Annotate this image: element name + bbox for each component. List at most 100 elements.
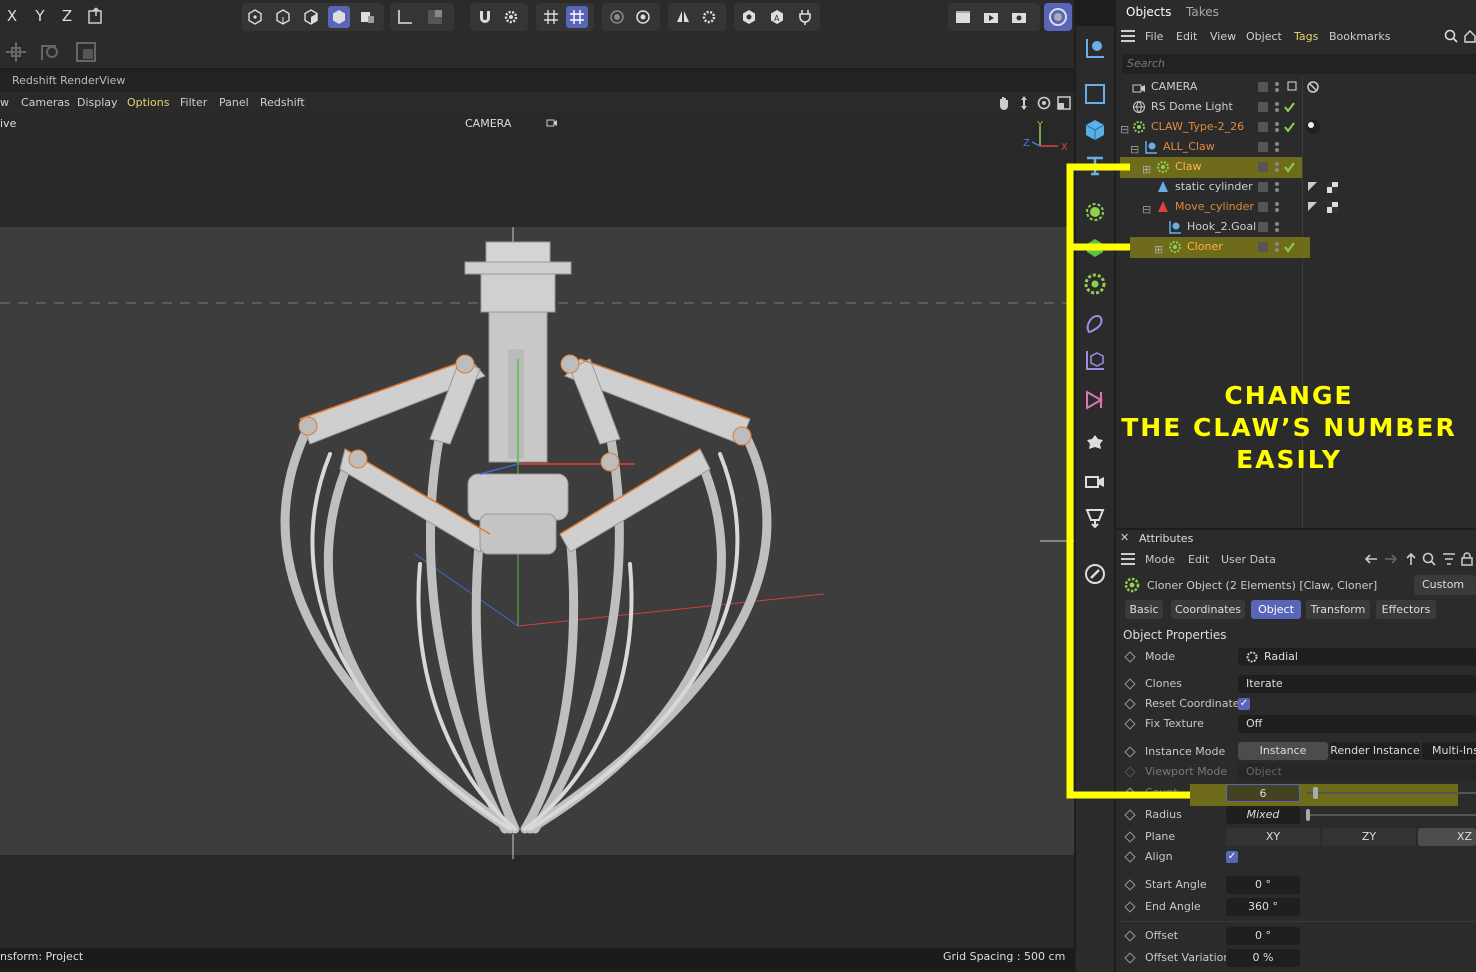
tab-objects[interactable]: Objects (1126, 5, 1171, 19)
om-menu-view[interactable]: View (1210, 30, 1236, 43)
annotation-line-1: CHANGE (1224, 381, 1354, 410)
plane-option-xy[interactable]: XY (1226, 828, 1320, 846)
solo-settings-icon[interactable] (632, 6, 654, 28)
plane-option-xz[interactable]: XZ (1418, 828, 1476, 846)
snap-group (470, 3, 528, 31)
mirror-group (668, 3, 726, 31)
start-angle-input[interactable]: 0 ° (1226, 876, 1300, 894)
tab-effectors[interactable]: Effectors (1376, 600, 1436, 619)
solo-icon[interactable] (606, 6, 628, 28)
grid-group (536, 3, 594, 31)
render-group (948, 3, 1040, 31)
menu-redshift[interactable]: Redshift (260, 96, 305, 109)
grid-icon[interactable] (540, 6, 562, 28)
back-arrow-icon[interactable] (1364, 552, 1378, 569)
svg-text:A: A (774, 14, 780, 23)
home-icon[interactable] (1464, 29, 1476, 46)
count-slider-track[interactable] (1306, 792, 1476, 794)
menu-panel[interactable]: Panel (219, 96, 249, 109)
render-picture-icon[interactable] (980, 6, 1002, 28)
maximize-view-icon[interactable] (1056, 95, 1072, 114)
viewport-statusbar: nsform: Project Grid Spacing : 500 cm (0, 948, 1074, 968)
plug-icon[interactable] (794, 6, 816, 28)
tab-transform[interactable]: Transform (1306, 600, 1370, 619)
om-menu-bookmarks[interactable]: Bookmarks (1329, 30, 1390, 43)
mode-dropdown[interactable]: Radial (1238, 648, 1476, 666)
null-object-icon[interactable] (1081, 34, 1109, 62)
tree-flags-column[interactable] (1256, 77, 1326, 259)
end-angle-input[interactable]: 360 ° (1226, 898, 1300, 916)
symmetry-icon[interactable] (672, 6, 694, 28)
render-settings-icon[interactable] (1008, 6, 1030, 28)
align-checkbox[interactable]: ✓ (1226, 851, 1238, 863)
pan-hand-icon[interactable] (996, 95, 1012, 114)
offset-variation-input[interactable]: 0 % (1226, 949, 1300, 967)
snap-settings-icon[interactable] (500, 6, 522, 28)
attr-search-icon[interactable] (1422, 552, 1436, 569)
object-mode-icon[interactable] (356, 6, 378, 28)
3d-viewport[interactable]: ive CAMERA Y Z X (0, 114, 1074, 948)
view-mode-group (242, 3, 384, 31)
visibility-icon[interactable] (738, 6, 760, 28)
texture-icon[interactable] (424, 6, 446, 28)
hamburger-menu-icon[interactable] (1121, 30, 1135, 45)
menu-view[interactable]: w (0, 96, 9, 109)
renderview-title: Redshift RenderView (0, 70, 1074, 92)
lock-icon[interactable] (1460, 552, 1474, 569)
workplane-grid-icon[interactable] (566, 6, 588, 28)
offset-input[interactable]: 0 ° (1226, 927, 1300, 945)
instance-option-render[interactable]: Render Instance (1330, 742, 1420, 760)
menu-cameras[interactable]: Cameras (21, 96, 70, 109)
preset-dropdown[interactable]: Custom (1414, 575, 1476, 595)
plane-label: Plane (1145, 830, 1176, 843)
a-tag-icon[interactable]: A (766, 6, 788, 28)
forward-arrow-icon[interactable] (1384, 552, 1398, 569)
material-tag-icons[interactable] (1326, 181, 1340, 215)
om-menu-object[interactable]: Object (1246, 30, 1282, 43)
axis-icon[interactable] (394, 6, 416, 28)
radius-slider-track[interactable] (1306, 814, 1476, 816)
coordinate-system-icon[interactable] (86, 6, 108, 28)
edges-mode-icon[interactable] (272, 6, 294, 28)
mode-value: Radial (1264, 650, 1298, 663)
visibility-group: A (734, 3, 820, 31)
magnet-icon[interactable] (474, 6, 496, 28)
plane-object-icon[interactable] (1081, 80, 1109, 108)
symmetry-group (602, 3, 660, 31)
tree-item-label: RS Dome Light (1151, 100, 1233, 113)
scale-tool-icon[interactable] (74, 40, 98, 67)
menu-filter[interactable]: Filter (180, 96, 207, 109)
up-arrow-icon[interactable] (1404, 552, 1418, 569)
fix-texture-dropdown[interactable]: Off (1238, 715, 1476, 733)
tab-takes[interactable]: Takes (1186, 5, 1219, 19)
dolly-arrows-icon[interactable] (1016, 95, 1032, 114)
redshift-icon[interactable] (1044, 3, 1072, 31)
orbit-icon[interactable] (1036, 95, 1052, 114)
om-menu-edit[interactable]: Edit (1176, 30, 1197, 43)
cube-object-icon[interactable] (1081, 116, 1109, 144)
plane-option-zy[interactable]: ZY (1322, 828, 1416, 846)
count-slider-handle[interactable] (1313, 787, 1318, 799)
instance-option-multi[interactable]: Multi-Ins (1422, 742, 1476, 760)
z-axis-toggle[interactable]: Z (56, 4, 78, 28)
symmetry-settings-icon[interactable] (698, 6, 720, 28)
claw-model[interactable] (0, 114, 1074, 948)
rotate-tool-icon[interactable] (38, 40, 62, 67)
om-menu-tags[interactable]: Tags (1294, 30, 1318, 43)
clones-dropdown[interactable]: Iterate (1238, 675, 1476, 693)
y-axis-toggle[interactable]: Y (29, 4, 51, 28)
points-mode-icon[interactable] (244, 6, 266, 28)
x-axis-toggle[interactable]: X (1, 4, 23, 28)
menu-display[interactable]: Display (77, 96, 118, 109)
filter-icon[interactable] (1442, 552, 1456, 569)
om-menu-file[interactable]: File (1145, 30, 1163, 43)
polygons-mode-icon[interactable] (300, 6, 322, 28)
grid-spacing-status: Grid Spacing : 500 cm (943, 950, 1066, 963)
radius-slider-handle[interactable] (1306, 809, 1310, 821)
object-search-input[interactable]: Search (1122, 54, 1476, 74)
move-tool-icon[interactable] (4, 40, 28, 67)
search-icon[interactable] (1444, 29, 1458, 46)
render-view-icon[interactable] (952, 6, 974, 28)
menu-options[interactable]: Options (127, 96, 169, 109)
model-mode-icon[interactable] (328, 6, 350, 28)
